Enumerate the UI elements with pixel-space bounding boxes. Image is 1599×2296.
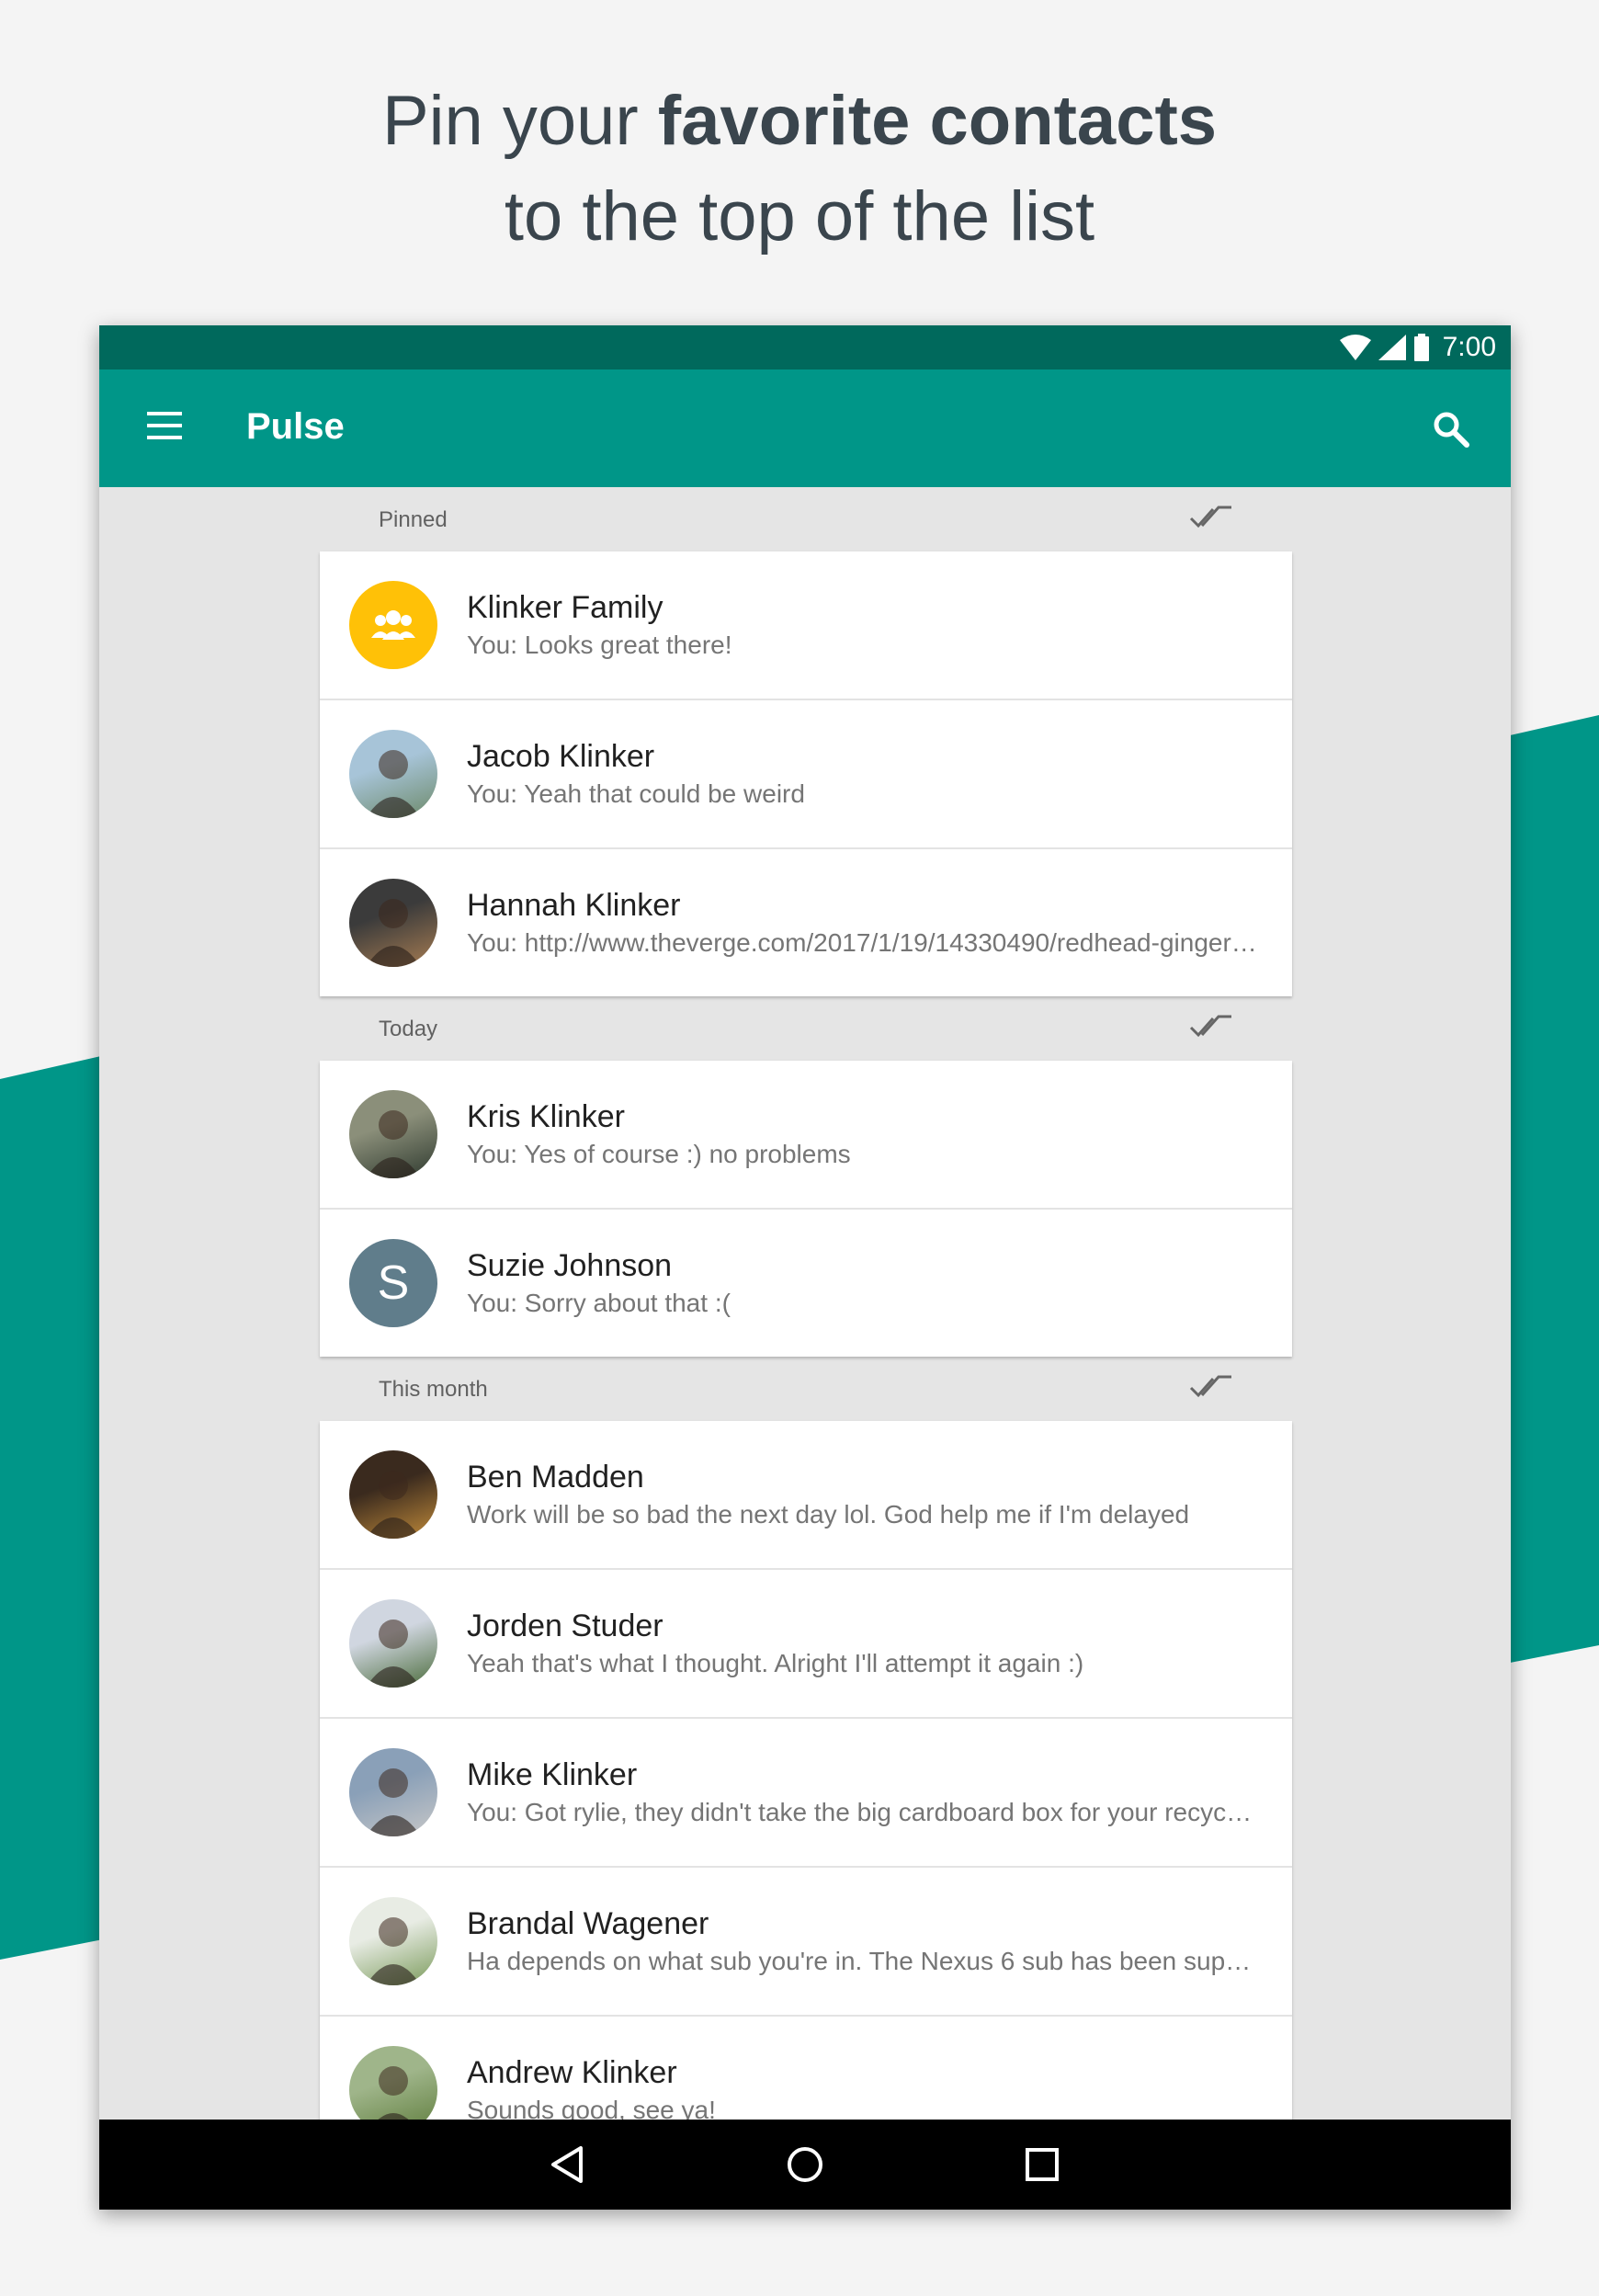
- person-silhouette-icon: [366, 899, 421, 967]
- battery-icon: [1413, 334, 1429, 361]
- contact-name: Ben Madden: [467, 1460, 644, 1495]
- message-snippet: You: Got rylie, they didn't take the big…: [467, 1798, 1257, 1826]
- person-silhouette-icon: [366, 1768, 421, 1836]
- wifi-icon: [1339, 335, 1371, 360]
- navigation-bar: [99, 2120, 1511, 2210]
- section-label: This month: [379, 1377, 488, 1402]
- headline-line-2: to the top of the list: [504, 177, 1095, 256]
- message-snippet: You: Looks great there!: [467, 631, 732, 659]
- message-snippet: You: http://www.theverge.com/2017/1/19/1…: [467, 928, 1257, 957]
- message-snippet: Yeah that's what I thought. Alright I'll…: [467, 1649, 1084, 1677]
- avatar-letter: S: [377, 1256, 410, 1310]
- group-avatar: [349, 581, 437, 669]
- conversation-row[interactable]: Brandal Wagener Ha depends on what sub yo…: [320, 1868, 1292, 2017]
- section-label: Pinned: [379, 507, 448, 532]
- promo-headline: Pin your favorite contacts to the top of…: [0, 74, 1599, 265]
- conversation-row[interactable]: S Suzie Johnson You: Sorry about that :(: [320, 1210, 1292, 1357]
- mark-read-icon[interactable]: [1189, 504, 1233, 531]
- conversation-card: Kris Klinker You: Yes of course :) no pro…: [320, 1061, 1292, 1357]
- conversation-row[interactable]: Hannah Klinker You: http://www.theverge.c…: [320, 849, 1292, 996]
- mark-read-icon[interactable]: [1189, 1013, 1233, 1040]
- conversation-row[interactable]: Klinker Family You: Looks great there!: [320, 551, 1292, 700]
- contact-photo: [349, 1090, 437, 1178]
- contact-photo: [349, 1450, 437, 1539]
- contact-name: Klinker Family: [467, 590, 663, 625]
- contact-photo: [349, 1748, 437, 1836]
- conversation-card: Ben Madden Work will be so bad the next d…: [320, 1421, 1292, 2164]
- person-silhouette-icon: [366, 1917, 421, 1985]
- conversation-row[interactable]: Jorden Studer Yeah that's what I thought.…: [320, 1570, 1292, 1719]
- contact-name: Jacob Klinker: [467, 739, 655, 774]
- letter-avatar: S: [349, 1239, 437, 1327]
- message-snippet: Work will be so bad the next day lol. Go…: [467, 1500, 1190, 1529]
- message-snippet: You: Yeah that could be weird: [467, 779, 805, 808]
- conversation-list: Pinned Klinker Family You: Looks great the…: [320, 487, 1292, 2164]
- recents-icon[interactable]: [1022, 2144, 1062, 2185]
- section-header: Today: [320, 996, 1292, 1061]
- status-bar: 7:00: [99, 325, 1511, 369]
- conversation-row[interactable]: Ben Madden Work will be so bad the next d…: [320, 1421, 1292, 1570]
- conversation-row[interactable]: Kris Klinker You: Yes of course :) no pro…: [320, 1061, 1292, 1210]
- contact-photo: [349, 879, 437, 967]
- headline-text: Pin your: [381, 82, 658, 160]
- message-snippet: Ha depends on what sub you're in. The Ne…: [467, 1947, 1257, 1975]
- contact-name: Andrew Klinker: [467, 2055, 677, 2090]
- person-silhouette-icon: [366, 750, 421, 818]
- person-silhouette-icon: [366, 1471, 421, 1539]
- contact-name: Jorden Studer: [467, 1608, 663, 1643]
- conversation-card: Klinker Family You: Looks great there! Jac…: [320, 551, 1292, 996]
- section-header: Pinned: [320, 487, 1292, 551]
- status-time: 7:00: [1442, 332, 1496, 362]
- contact-name: Hannah Klinker: [467, 888, 681, 923]
- app-toolbar: Pulse: [99, 369, 1511, 487]
- home-icon[interactable]: [785, 2144, 825, 2185]
- tablet-screen: 7:00 Pulse Pinned Klinker Family You: Look…: [99, 325, 1511, 2210]
- back-icon[interactable]: [548, 2144, 588, 2185]
- contact-name: Brandal Wagener: [467, 1906, 709, 1941]
- section-header: This month: [320, 1357, 1292, 1421]
- contact-photo: [349, 1599, 437, 1688]
- contact-photo: [349, 1897, 437, 1985]
- group-icon: [371, 610, 415, 640]
- message-snippet: You: Sorry about that :(: [467, 1289, 731, 1317]
- headline-emphasis: favorite contacts: [657, 82, 1218, 160]
- app-title: Pulse: [246, 406, 345, 447]
- menu-icon[interactable]: [147, 412, 182, 443]
- mark-read-icon[interactable]: [1189, 1373, 1233, 1401]
- contact-photo: [349, 730, 437, 818]
- contact-name: Suzie Johnson: [467, 1248, 673, 1283]
- conversation-row[interactable]: Jacob Klinker You: Yeah that could be wei…: [320, 700, 1292, 849]
- search-icon[interactable]: [1432, 410, 1470, 449]
- signal-icon: [1378, 335, 1406, 360]
- conversation-row[interactable]: Mike Klinker You: Got rylie, they didn't …: [320, 1719, 1292, 1868]
- contact-name: Kris Klinker: [467, 1099, 625, 1134]
- person-silhouette-icon: [366, 1110, 421, 1178]
- section-label: Today: [379, 1017, 438, 1041]
- message-snippet: You: Yes of course :) no problems: [467, 1140, 851, 1168]
- person-silhouette-icon: [366, 1620, 421, 1688]
- contact-name: Mike Klinker: [467, 1757, 638, 1792]
